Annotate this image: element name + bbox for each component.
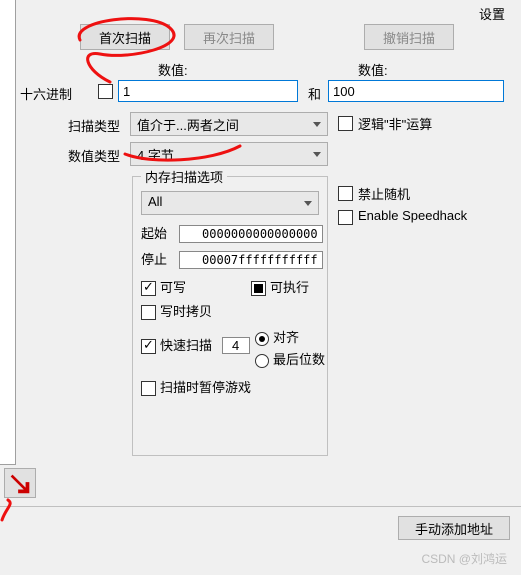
memory-group-legend: 内存扫描选项 xyxy=(141,167,227,186)
hex-label: 十六进制 xyxy=(20,84,72,103)
memory-region-value: All xyxy=(148,194,162,209)
fast-scan-checkbox[interactable] xyxy=(141,339,156,354)
scan-type-combo[interactable]: 值介于...两者之间 xyxy=(130,112,328,136)
not-checkbox[interactable] xyxy=(338,116,353,131)
writable-label: 可写 xyxy=(160,280,186,295)
executable-label: 可执行 xyxy=(270,280,309,295)
value1-input[interactable] xyxy=(118,80,298,102)
not-label: 逻辑"非"运算 xyxy=(358,114,432,133)
hex-checkbox[interactable] xyxy=(98,84,113,99)
separator xyxy=(0,506,521,507)
arrow-down-right-icon xyxy=(5,469,35,497)
pause-game-checkbox[interactable] xyxy=(141,381,156,396)
start-address-input[interactable]: 0000000000000000 xyxy=(179,225,323,243)
manual-add-button[interactable]: 手动添加地址 xyxy=(398,516,510,540)
no-random-checkbox[interactable] xyxy=(338,186,353,201)
align-label: 对齐 xyxy=(273,330,299,345)
value-type-value: 4 字节 xyxy=(137,148,174,163)
fast-scan-value-input[interactable]: 4 xyxy=(222,337,250,354)
last-digits-radio[interactable] xyxy=(255,354,269,368)
start-label: 起始 xyxy=(141,223,175,242)
last-digits-label: 最后位数 xyxy=(273,352,325,367)
value2-input[interactable] xyxy=(328,80,504,102)
value1-label: 数值: xyxy=(158,60,188,79)
stop-label: 停止 xyxy=(141,249,175,268)
scan-type-value: 值介于...两者之间 xyxy=(137,118,239,133)
watermark: CSDN @刘鸿运 xyxy=(421,550,507,567)
speedhack-checkbox[interactable] xyxy=(338,210,353,225)
writable-checkbox[interactable] xyxy=(141,281,156,296)
speedhack-label: Enable Speedhack xyxy=(358,208,467,223)
fast-scan-label: 快速扫描 xyxy=(160,338,212,353)
value-type-combo[interactable]: 4 字节 xyxy=(130,142,328,166)
memory-scan-group: 内存扫描选项 All 起始 0000000000000000 停止 00007f… xyxy=(132,176,328,456)
align-radio[interactable] xyxy=(255,332,269,346)
results-pane xyxy=(0,0,16,465)
no-random-label: 禁止随机 xyxy=(358,184,410,203)
annotation-mark-corner xyxy=(0,498,30,528)
memory-region-combo[interactable]: All xyxy=(141,191,319,215)
and-label: 和 xyxy=(308,84,321,103)
undo-scan-button: 撤销扫描 xyxy=(364,24,454,50)
first-scan-button[interactable]: 首次扫描 xyxy=(80,24,170,50)
executable-checkbox[interactable] xyxy=(251,281,266,296)
next-scan-button: 再次扫描 xyxy=(184,24,274,50)
settings-link[interactable]: 设置 xyxy=(479,4,505,23)
value2-label: 数值: xyxy=(358,60,388,79)
scan-type-label: 扫描类型 xyxy=(68,116,120,135)
copy-on-write-checkbox[interactable] xyxy=(141,305,156,320)
add-to-list-button[interactable] xyxy=(4,468,36,498)
pause-game-label: 扫描时暂停游戏 xyxy=(160,380,251,395)
copy-on-write-label: 写时拷贝 xyxy=(160,304,212,319)
value-type-label: 数值类型 xyxy=(68,146,120,165)
stop-address-input[interactable]: 00007fffffffffff xyxy=(179,251,323,269)
